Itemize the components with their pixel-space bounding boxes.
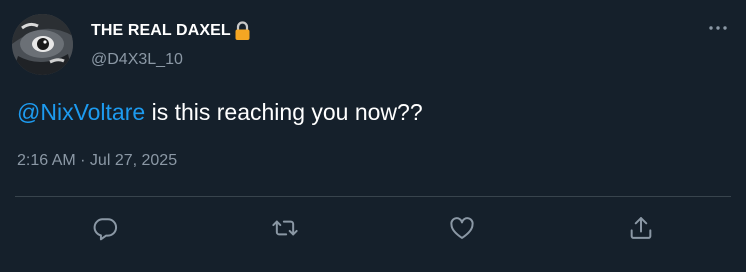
mention-link[interactable]: @NixVoltare xyxy=(17,99,145,125)
tweet-text: @NixVoltare is this reaching you now?? xyxy=(17,96,423,128)
tweet-body: is this reaching you now?? xyxy=(145,99,423,125)
retweet-button[interactable] xyxy=(270,213,300,243)
heart-icon xyxy=(448,214,476,242)
more-options-icon[interactable] xyxy=(704,16,732,40)
tweet-timestamp[interactable]: 2:16 AM · Jul 27, 2025 xyxy=(17,151,177,171)
retweet-icon xyxy=(271,214,299,242)
user-handle[interactable]: @D4X3L_10 xyxy=(91,50,183,70)
reply-icon xyxy=(91,214,119,242)
like-button[interactable] xyxy=(447,213,477,243)
display-name-text: THE REAL DAXEL xyxy=(91,22,231,39)
divider xyxy=(15,196,731,197)
share-button[interactable] xyxy=(626,213,656,243)
tweet-card: THE REAL DAXEL @D4X3L_10 @NixVoltare is … xyxy=(0,0,746,272)
avatar[interactable] xyxy=(12,14,73,75)
lock-icon xyxy=(233,21,252,41)
share-icon xyxy=(627,214,655,242)
display-name[interactable]: THE REAL DAXEL xyxy=(91,21,252,41)
reply-button[interactable] xyxy=(90,213,120,243)
